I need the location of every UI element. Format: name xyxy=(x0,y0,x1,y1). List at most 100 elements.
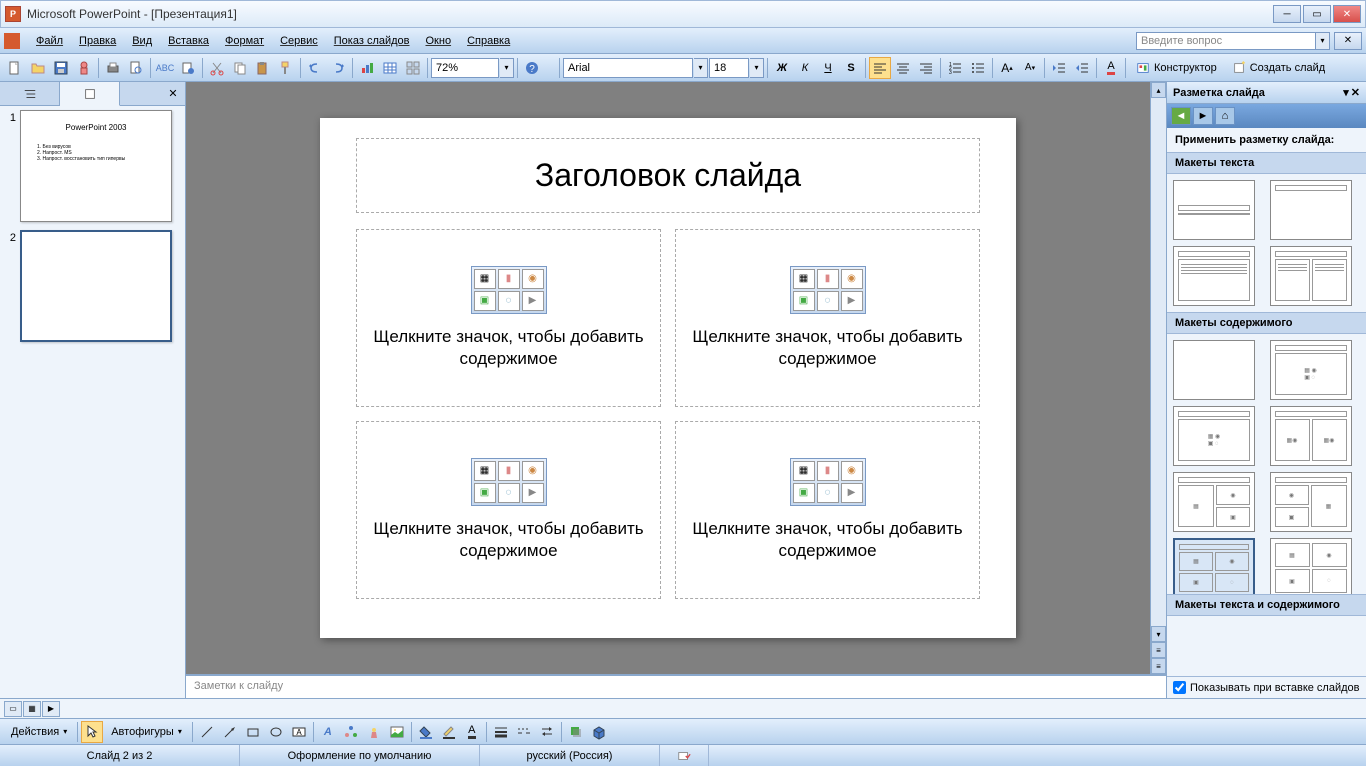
menu-window[interactable]: Окно xyxy=(418,33,460,49)
menu-slideshow[interactable]: Показ слайдов xyxy=(326,33,418,49)
taskpane-close-icon[interactable]: ✕ xyxy=(1351,86,1360,99)
format-painter-icon[interactable] xyxy=(275,57,297,79)
align-left-icon[interactable] xyxy=(869,57,891,79)
notes-pane[interactable]: Заметки к слайду xyxy=(186,674,1166,698)
open-icon[interactable] xyxy=(27,57,49,79)
zoom-dropdown[interactable]: ▾ xyxy=(500,58,514,78)
font-box[interactable]: Arial xyxy=(563,58,693,78)
indent-icon[interactable] xyxy=(1071,57,1093,79)
close-button[interactable]: ✕ xyxy=(1333,5,1361,23)
redo-icon[interactable] xyxy=(327,57,349,79)
decrease-font-icon[interactable]: A▾ xyxy=(1019,57,1041,79)
content-placeholder-2[interactable]: ▦▮◉ ▣◌▶ Щелкните значок, чтобы добавить … xyxy=(675,229,980,407)
insert-picture-icon[interactable]: ▣ xyxy=(474,291,496,311)
doc-close-button[interactable]: ✕ xyxy=(1334,32,1362,50)
insert-media-icon[interactable]: ▶ xyxy=(522,291,544,311)
slide-workspace[interactable]: Заголовок слайда ▦ ▮ ◉ ▣ ◌ ▶ Щелкнит xyxy=(186,82,1150,674)
content-placeholder-4[interactable]: ▦▮◉ ▣◌▶ Щелкните значок, чтобы добавить … xyxy=(675,421,980,599)
align-center-icon[interactable] xyxy=(892,57,914,79)
scroll-down-icon[interactable]: ▾ xyxy=(1151,626,1166,642)
font-color-icon[interactable]: A xyxy=(1100,57,1122,79)
copy-icon[interactable] xyxy=(229,57,251,79)
help-icon[interactable]: ? xyxy=(521,57,543,79)
layout-blank[interactable] xyxy=(1173,340,1255,400)
rectangle-icon[interactable] xyxy=(242,721,264,743)
nav-forward-icon[interactable]: ► xyxy=(1193,107,1213,125)
vertical-scrollbar[interactable]: ▴ ▾ ≡ ≡ xyxy=(1150,82,1166,674)
new-slide-button[interactable]: Создать слайд xyxy=(1225,57,1332,79)
increase-font-icon[interactable]: A▴ xyxy=(996,57,1018,79)
menu-file[interactable]: Файл xyxy=(28,33,71,49)
show-on-insert-checkbox[interactable] xyxy=(1173,681,1186,694)
layout-4content[interactable]: ▦◉▣◌ xyxy=(1270,538,1352,594)
layout-title-only[interactable] xyxy=(1270,180,1352,240)
designer-button[interactable]: Конструктор xyxy=(1129,57,1224,79)
grid-icon[interactable] xyxy=(402,57,424,79)
ask-question-box[interactable]: Введите вопрос xyxy=(1136,32,1316,50)
print-icon[interactable] xyxy=(102,57,124,79)
preview-icon[interactable] xyxy=(125,57,147,79)
3d-style-icon[interactable] xyxy=(588,721,610,743)
line-color-icon[interactable] xyxy=(438,721,460,743)
taskpane-dropdown-icon[interactable]: ▾ xyxy=(1343,86,1349,99)
content-placeholder-1[interactable]: ▦ ▮ ◉ ▣ ◌ ▶ Щелкните значок, чтобы добав… xyxy=(356,229,661,407)
wordart-icon[interactable]: A xyxy=(317,721,339,743)
permission-icon[interactable] xyxy=(73,57,95,79)
prev-slide-icon[interactable]: ≡ xyxy=(1151,642,1166,658)
layout-title-content[interactable]: ▦ ◉▣ ◌ xyxy=(1173,406,1255,466)
insert-clipart-icon[interactable]: ◉ xyxy=(522,269,544,289)
font-color-draw-icon[interactable]: A xyxy=(461,721,483,743)
cut-icon[interactable] xyxy=(206,57,228,79)
nav-home-icon[interactable]: ⌂ xyxy=(1215,107,1235,125)
insert-chart-icon[interactable]: ▮ xyxy=(498,269,520,289)
layout-title-text[interactable] xyxy=(1173,246,1255,306)
thumbnails-tab[interactable] xyxy=(60,82,120,106)
status-spell-icon[interactable] xyxy=(660,745,709,766)
undo-icon[interactable] xyxy=(304,57,326,79)
content-icons[interactable]: ▦▮◉ ▣◌▶ xyxy=(790,266,866,314)
size-dropdown[interactable]: ▾ xyxy=(750,58,764,78)
picture-icon[interactable] xyxy=(386,721,408,743)
menu-edit[interactable]: Правка xyxy=(71,33,124,49)
slide-canvas[interactable]: Заголовок слайда ▦ ▮ ◉ ▣ ◌ ▶ Щелкнит xyxy=(320,118,1016,638)
outline-tab[interactable] xyxy=(0,82,60,105)
underline-icon[interactable]: Ч xyxy=(817,57,839,79)
content-icons[interactable]: ▦▮◉ ▣◌▶ xyxy=(471,458,547,506)
shadow-style-icon[interactable] xyxy=(565,721,587,743)
menu-help[interactable]: Справка xyxy=(459,33,518,49)
content-icons[interactable]: ▦▮◉ ▣◌▶ xyxy=(790,458,866,506)
layout-title-3content-b[interactable]: ◉▣▦ xyxy=(1270,472,1352,532)
font-dropdown[interactable]: ▾ xyxy=(694,58,708,78)
menu-view[interactable]: Вид xyxy=(124,33,160,49)
slideshow-view-icon[interactable]: ▶ xyxy=(42,701,60,717)
table-icon[interactable] xyxy=(379,57,401,79)
sorter-view-icon[interactable]: ▦ xyxy=(23,701,41,717)
numbering-icon[interactable]: 123 xyxy=(944,57,966,79)
line-icon[interactable] xyxy=(196,721,218,743)
chart-icon[interactable] xyxy=(356,57,378,79)
layout-title-3content[interactable]: ▦◉▣ xyxy=(1173,472,1255,532)
content-icons[interactable]: ▦ ▮ ◉ ▣ ◌ ▶ xyxy=(471,266,547,314)
normal-view-icon[interactable]: ▭ xyxy=(4,701,22,717)
textbox-icon[interactable]: A xyxy=(288,721,310,743)
layout-content[interactable]: ▦ ◉▣ ◌ xyxy=(1270,340,1352,400)
line-style-icon[interactable] xyxy=(490,721,512,743)
next-slide-icon[interactable]: ≡ xyxy=(1151,658,1166,674)
italic-icon[interactable]: К xyxy=(794,57,816,79)
autoshapes-menu[interactable]: Автофигуры▾ xyxy=(104,721,189,743)
research-icon[interactable] xyxy=(177,57,199,79)
maximize-button[interactable]: ▭ xyxy=(1303,5,1331,23)
nav-back-icon[interactable]: ◄ xyxy=(1171,107,1191,125)
align-right-icon[interactable] xyxy=(915,57,937,79)
panel-close-icon[interactable]: ✕ xyxy=(161,82,185,105)
clipart-icon[interactable] xyxy=(363,721,385,743)
insert-diagram-icon[interactable]: ◌ xyxy=(498,291,520,311)
bold-icon[interactable]: Ж xyxy=(771,57,793,79)
paste-icon[interactable] xyxy=(252,57,274,79)
scroll-up-icon[interactable]: ▴ xyxy=(1151,82,1166,98)
new-icon[interactable] xyxy=(4,57,26,79)
menu-insert[interactable]: Вставка xyxy=(160,33,217,49)
layout-title-2content[interactable]: ▦◉▦◉ xyxy=(1270,406,1352,466)
ask-dropdown[interactable]: ▾ xyxy=(1316,32,1330,50)
layout-title-2text[interactable] xyxy=(1270,246,1352,306)
